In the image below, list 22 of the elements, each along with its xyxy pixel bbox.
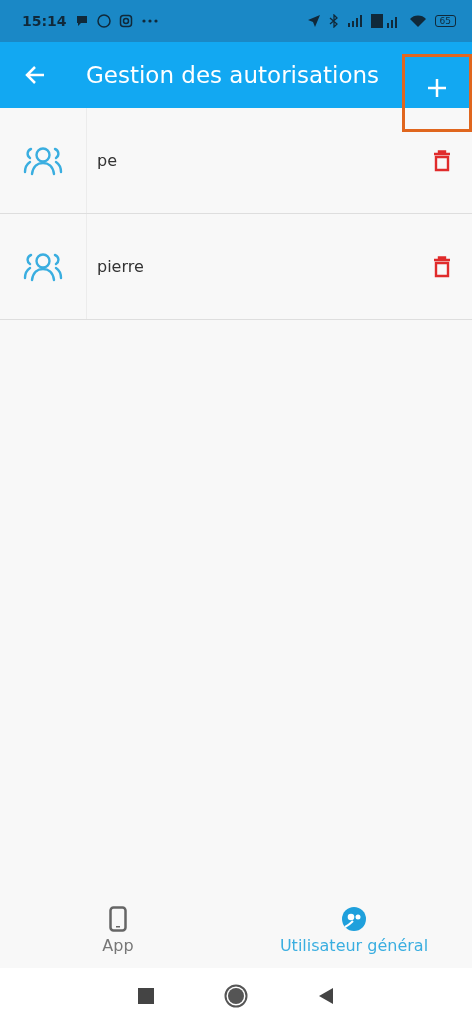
bluetooth-icon	[328, 14, 339, 28]
back-arrow-icon	[24, 64, 46, 86]
wifi-icon	[408, 14, 427, 28]
status-time: 15:14	[22, 13, 67, 29]
user-name: pierre	[96, 256, 145, 278]
user-name: pe	[96, 150, 118, 172]
message-icon	[74, 14, 89, 28]
more-icon	[140, 18, 159, 24]
user-face-icon	[341, 906, 367, 932]
trash-icon	[433, 149, 451, 172]
camera-icon	[118, 14, 133, 28]
location-icon	[306, 14, 321, 28]
trash-icon	[433, 255, 451, 278]
back-icon	[318, 987, 334, 1005]
plus-icon	[427, 77, 447, 98]
nav-tab[interactable]: Utilisateur général	[236, 893, 472, 968]
battery-level: 65	[434, 15, 456, 27]
add-button[interactable]	[402, 54, 472, 132]
page-title: Gestion des autorisations	[85, 62, 381, 88]
nav-tab[interactable]: App	[0, 893, 236, 968]
recents-icon	[138, 988, 154, 1004]
home-icon	[224, 984, 248, 1008]
